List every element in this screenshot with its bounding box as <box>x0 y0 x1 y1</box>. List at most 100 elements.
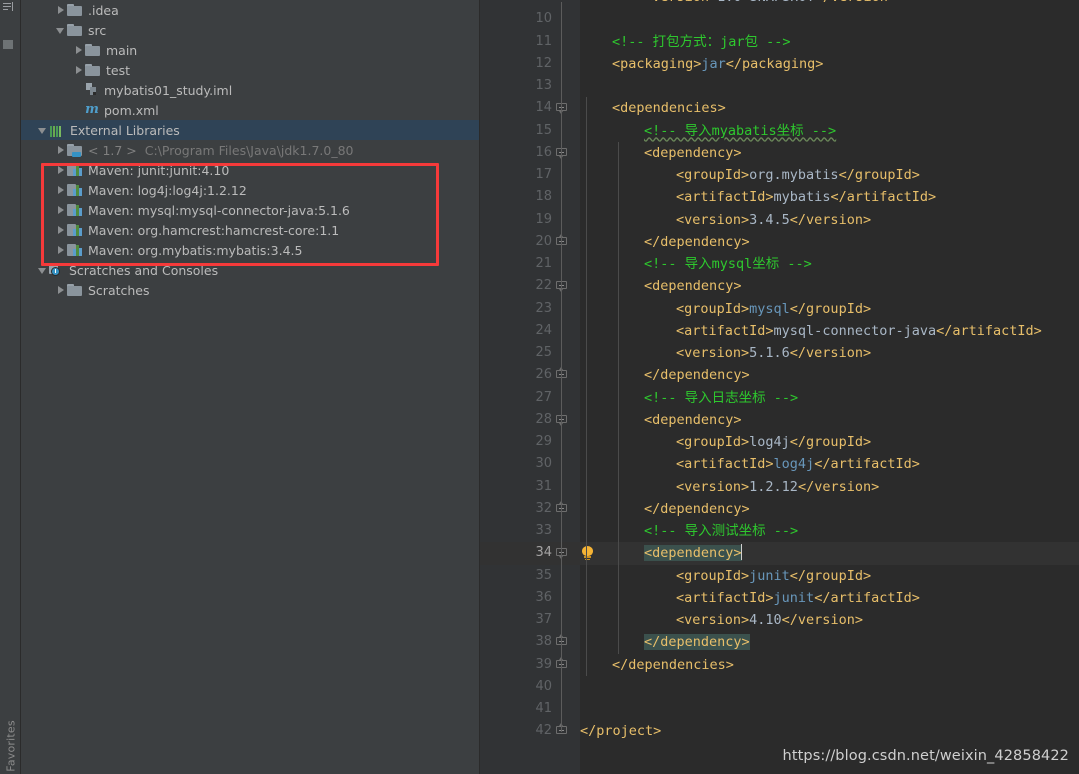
tree-row-main[interactable]: main <box>21 40 479 60</box>
code-token: <groupId> <box>676 434 750 450</box>
code-line-20[interactable]: 20 </dependency> <box>480 231 1079 253</box>
tree-row-label: pom.xml <box>104 102 159 118</box>
code-line-28[interactable]: 28 <dependency> <box>480 409 1079 431</box>
structure-tool-icon[interactable] <box>3 40 17 53</box>
code-token: <!-- 导入myabatis坐标 --> <box>644 122 837 139</box>
chevron-right-icon[interactable] <box>55 164 67 176</box>
code-token: <version> <box>676 612 750 628</box>
code-line-29[interactable]: 29 <groupId>log4j</groupId> <box>480 431 1079 453</box>
favorites-tool-button[interactable]: 2: Favorites <box>5 720 18 774</box>
code-line-26[interactable]: 26 </dependency> <box>480 364 1079 386</box>
code-line-10[interactable]: 10 <box>480 8 1079 30</box>
chevron-right-icon[interactable] <box>73 64 85 76</box>
chevron-down-icon[interactable] <box>37 264 49 276</box>
code-line-38[interactable]: 38 </dependency> <box>480 631 1079 653</box>
line-number: 11 <box>535 33 552 49</box>
line-number: 36 <box>535 589 552 605</box>
tree-row-pom-xml[interactable]: m pom.xml <box>21 100 479 120</box>
code-line-39[interactable]: 39 </dependencies> <box>480 654 1079 676</box>
code-token: </dependencies> <box>612 656 734 673</box>
maven-library-icon <box>67 223 83 237</box>
code-token: log4j <box>749 434 790 450</box>
code-line-32[interactable]: 32 </dependency> <box>480 498 1079 520</box>
code-line-36[interactable]: 36 <artifactId>junit</artifactId> <box>480 587 1079 609</box>
code-line-11[interactable]: 11 <!-- 打包方式：jar包 --> <box>480 31 1079 53</box>
folder-icon <box>67 23 83 37</box>
tree-row-label: main <box>106 42 138 58</box>
tree-row-1-7[interactable]: < 1.7 > C:\Program Files\Java\jdk1.7.0_80 <box>21 140 479 160</box>
code-token: </dependency> <box>644 233 750 250</box>
line-number: 37 <box>535 612 552 627</box>
line-number: 14 <box>535 100 552 116</box>
code-line-41[interactable]: 41 <box>480 698 1079 720</box>
code-line-19[interactable]: 19 <version>3.4.5</version> <box>480 209 1079 231</box>
code-token: </groupId> <box>789 567 872 584</box>
code-line-33[interactable]: 33 <!-- 导入测试坐标 --> <box>480 520 1079 542</box>
code-line-9[interactable]: 9 <version>1.0-SNAPSHOT</version> <box>480 0 1079 8</box>
code-line-24[interactable]: 24 <artifactId>mysql-connector-java</arti… <box>480 320 1079 342</box>
chevron-right-icon[interactable] <box>73 44 85 56</box>
tree-row-idea[interactable]: .idea <box>21 0 479 20</box>
tree-row-external-libraries[interactable]: External Libraries <box>21 120 479 140</box>
tree-row-mybatis01-study-iml[interactable]: mybatis01_study.iml <box>21 80 479 100</box>
tree-row-maven-junit-junit-4-10[interactable]: Maven: junit:junit:4.10 <box>21 160 479 180</box>
code-line-12[interactable]: 12 <packaging>jar</packaging> <box>480 53 1079 75</box>
folder-icon <box>85 43 101 57</box>
tree-row-label: Scratches <box>88 282 150 298</box>
project-tree[interactable]: .idea src main test mybatis01_study.iml … <box>21 0 479 300</box>
code-line-35[interactable]: 35 <groupId>junit</groupId> <box>480 565 1079 587</box>
code-line-30[interactable]: 30 <artifactId>log4j</artifactId> <box>480 453 1079 475</box>
code-line-37[interactable]: 37 <version>4.10</version> <box>480 609 1079 631</box>
code-line-text: </dependency> <box>644 231 750 253</box>
code-editor-pom-xml[interactable]: 9<version>1.0-SNAPSHOT</version>10 11 <!--… <box>480 0 1079 774</box>
chevron-down-icon[interactable] <box>55 24 67 36</box>
tree-row-maven-mysql-mysql-connector-java-5-1-6[interactable]: Maven: mysql:mysql-connector-java:5.1.6 <box>21 200 479 220</box>
chevron-right-icon[interactable] <box>55 224 67 236</box>
tree-row-maven-org-hamcrest-hamcrest-core-1-1[interactable]: Maven: org.hamcrest:hamcrest-core:1.1 <box>21 220 479 240</box>
code-line-40[interactable]: 40 <box>480 676 1079 698</box>
code-line-25[interactable]: 25 <version>5.1.6</version> <box>480 342 1079 364</box>
chevron-right-icon[interactable] <box>55 144 67 156</box>
code-line-23[interactable]: 23 <groupId>mysql</groupId> <box>480 298 1079 320</box>
code-line-text: <groupId>junit</groupId> <box>676 565 871 587</box>
code-line-15[interactable]: 15 <!-- 导入myabatis坐标 --> <box>480 120 1079 142</box>
code-token: </dependency> <box>644 500 750 517</box>
code-token: <dependency> <box>644 278 742 295</box>
code-line-27[interactable]: 27 <!-- 导入日志坐标 --> <box>480 387 1079 409</box>
tree-row-maven-log4j-log4j-1-2-12[interactable]: Maven: log4j:log4j:1.2.12 <box>21 180 479 200</box>
tree-row-scratches[interactable]: Scratches <box>21 280 479 300</box>
code-token: 1.2.12 <box>749 478 798 495</box>
code-token: <!-- 打包方式：jar包 --> <box>612 33 791 50</box>
code-token: 4.10 <box>749 612 782 628</box>
jdk-folder-icon <box>67 143 83 157</box>
chevron-right-icon[interactable] <box>55 204 67 216</box>
code-line-22[interactable]: 22 <dependency> <box>480 275 1079 297</box>
code-line-21[interactable]: 21 <!-- 导入mysql坐标 --> <box>480 253 1079 275</box>
chevron-right-icon[interactable] <box>55 284 67 296</box>
code-token: mysql <box>749 300 790 317</box>
chevron-right-icon[interactable] <box>55 184 67 196</box>
chevron-right-icon[interactable] <box>55 4 67 16</box>
code-line-text: <version>5.1.6</version> <box>676 342 871 364</box>
code-line-17[interactable]: 17 <groupId>org.mybatis</groupId> <box>480 164 1079 186</box>
code-line-31[interactable]: 31 <version>1.2.12</version> <box>480 476 1079 498</box>
tree-row-test[interactable]: test <box>21 60 479 80</box>
chevron-right-icon[interactable] <box>55 244 67 256</box>
code-line-42[interactable]: 42 </project> <box>480 720 1079 742</box>
code-line-16[interactable]: 16 <dependency> <box>480 142 1079 164</box>
code-line-18[interactable]: 18 <artifactId>mybatis</artifactId> <box>480 186 1079 208</box>
intention-bulb-icon[interactable] <box>581 546 594 561</box>
code-line-text: </dependency> <box>644 631 750 653</box>
code-line-13[interactable]: 13 <box>480 75 1079 97</box>
tree-row-maven-org-mybatis-mybatis-3-4-5[interactable]: Maven: org.mybatis:mybatis:3.4.5 <box>21 240 479 260</box>
chevron-down-icon[interactable] <box>37 124 49 136</box>
code-line-34[interactable]: 34 <dependency> <box>480 542 1079 565</box>
tree-row-scratches-and-consoles[interactable]: Scratches and Consoles <box>21 260 479 280</box>
line-number: 23 <box>535 300 552 316</box>
tree-row-src[interactable]: src <box>21 20 479 40</box>
code-line-text: <version>4.10</version> <box>676 609 863 631</box>
project-tool-icon[interactable] <box>3 2 17 15</box>
code-line-text: <dependency> <box>644 542 742 564</box>
editor-code-area[interactable]: 9<version>1.0-SNAPSHOT</version>10 11 <!--… <box>480 0 1079 774</box>
code-line-14[interactable]: 14 <dependencies> <box>480 97 1079 119</box>
